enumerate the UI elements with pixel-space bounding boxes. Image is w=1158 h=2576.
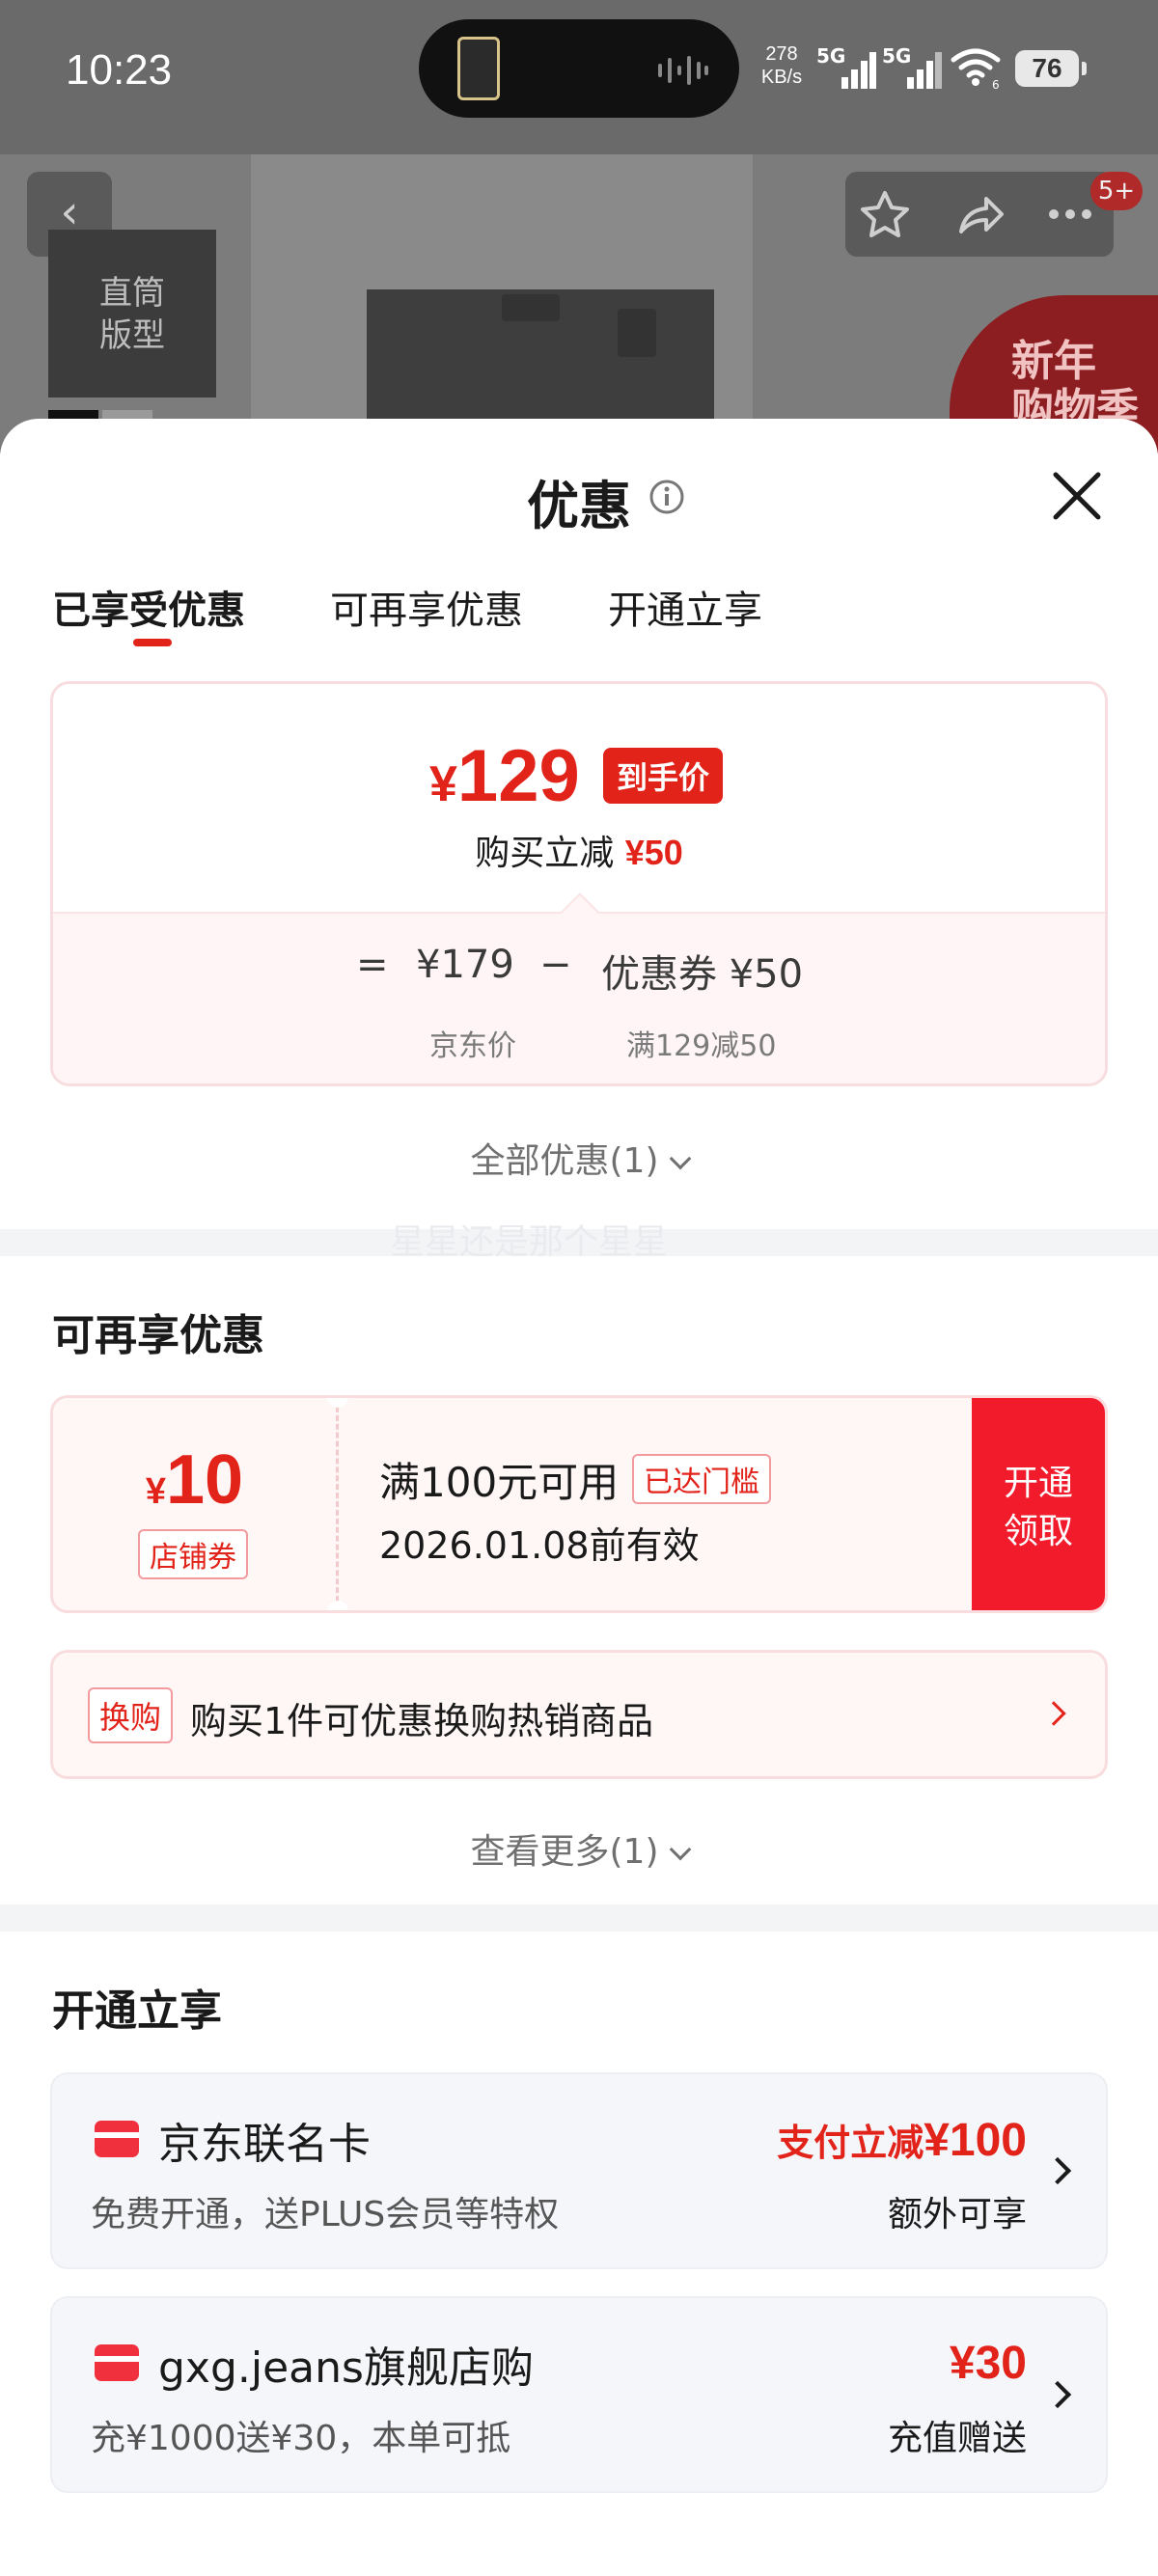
benefit-amount: 支付立减¥100 <box>777 2113 1027 2167</box>
net-speed-unit: KB/s <box>760 67 803 88</box>
product-image-belt-loop <box>502 294 560 321</box>
benefit-amount-value: ¥100 <box>924 2115 1027 2166</box>
coupon-value-area: ¥10 店铺券 <box>53 1398 339 1610</box>
benefit-note: 额外可享 <box>887 2195 1027 2234</box>
coupon-condition: 满100元可用 <box>379 1459 620 1506</box>
threshold-reached-tag: 已达门槛 <box>632 1454 771 1504</box>
coupon-deduction: 优惠券 ¥50 <box>601 952 804 997</box>
tab-open-benefits[interactable]: 开通立享 <box>608 579 762 635</box>
all-offers-link[interactable]: 全部优惠(1) <box>0 1133 1158 1183</box>
cell-signal-icon: 5G <box>816 44 880 91</box>
action-pill <box>845 172 1114 257</box>
offers-sheet: 优惠 已享受优惠 可再享优惠 开通立享 ¥129 到手价 购买立减 ¥50 = … <box>0 419 1158 2576</box>
reduce-amount: ¥50 <box>624 833 683 872</box>
chevron-right-icon <box>1041 1701 1066 1726</box>
final-price-badge: 到手价 <box>603 748 724 804</box>
status-bar: 10:23 278 KB/s 5G 5G 6 76 <box>0 0 1158 154</box>
net-speed: 278 KB/s <box>753 42 811 89</box>
coupon-rule-label: 满129减50 <box>626 1029 777 1063</box>
style-tag-label: 直筒 版型 <box>99 274 165 355</box>
benefit-item[interactable]: gxg.jeans旗舰店购 充¥1000送¥30，本单可抵 ¥30 充值赠送 <box>50 2296 1108 2493</box>
tab-more-offers[interactable]: 可再享优惠 <box>330 579 523 635</box>
active-tab-indicator <box>133 639 172 646</box>
swap-tag: 换购 <box>88 1687 174 1743</box>
all-offers-label: 全部优惠(1) <box>470 1141 659 1181</box>
benefit-amount: ¥30 <box>950 2337 1027 2390</box>
music-cover-icon <box>457 37 500 100</box>
chevron-right-icon <box>1043 2380 1072 2409</box>
currency-symbol: ¥ <box>145 1471 167 1512</box>
battery-icon: 76 <box>1015 50 1087 87</box>
view-more-link[interactable]: 查看更多(1) <box>0 1823 1158 1874</box>
share-icon[interactable] <box>951 187 1007 241</box>
currency-symbol: ¥ <box>429 756 457 812</box>
claim-coupon-button[interactable]: 开通 领取 <box>972 1398 1105 1610</box>
sheet-title: 优惠 <box>527 476 631 536</box>
star-favorite-icon[interactable] <box>857 187 913 241</box>
style-tag: 直筒 版型 <box>48 230 216 397</box>
tab-enjoyed-offers[interactable]: 已享受优惠 <box>52 579 245 635</box>
price-summary: ¥129 到手价 购买立减 ¥50 <box>53 684 1105 912</box>
benefit-item[interactable]: 京东联名卡 免费开通，送PLUS会员等特权 支付立减¥100 额外可享 <box>50 2072 1108 2269</box>
coupon-amount: ¥10 <box>53 1440 336 1520</box>
view-more-label: 查看更多(1) <box>470 1832 659 1872</box>
cell-signal-icon: 5G <box>882 44 946 91</box>
open-benefits-title: 开通立享 <box>52 1987 222 2036</box>
credit-card-icon <box>95 2344 139 2381</box>
coupon-type-tag: 店铺券 <box>138 1529 248 1579</box>
claim-coupon-label: 开通 领取 <box>1003 1464 1073 1551</box>
coupon-amount-value: 10 <box>166 1441 244 1519</box>
offer-tabs: 已享受优惠 可再享优惠 开通立享 <box>52 579 921 646</box>
net-speed-value: 278 <box>765 43 798 65</box>
more-icon[interactable] <box>1042 187 1098 241</box>
sheet-header: 优惠 <box>0 419 1158 563</box>
benefit-title: gxg.jeans旗舰店购 <box>158 2343 534 2393</box>
wifi-icon: 6 <box>951 48 1001 89</box>
swap-text: 购买1件可优惠换购热销商品 <box>190 1700 654 1742</box>
dynamic-island[interactable] <box>419 19 739 118</box>
benefit-subtitle: 免费开通，送PLUS会员等特权 <box>91 2195 560 2234</box>
credit-card-icon <box>95 2121 139 2157</box>
notification-badge: 5+ <box>1090 172 1143 210</box>
benefit-amount-prefix: 支付立减 <box>777 2122 924 2164</box>
coupon-expiry: 2026.01.08前有效 <box>379 1524 700 1567</box>
benefit-subtitle: 充¥1000送¥30，本单可抵 <box>91 2419 511 2458</box>
equals-sign: = <box>356 943 389 987</box>
more-offers-title: 可再享优惠 <box>52 1311 264 1360</box>
benefit-note: 充值赠送 <box>887 2419 1027 2458</box>
info-icon[interactable] <box>648 479 685 515</box>
status-indicators: 278 KB/s 5G 5G 6 76 <box>753 39 1119 96</box>
svg-text:6: 6 <box>992 78 1000 89</box>
calc-row: = ¥179 − 优惠券 ¥50 <box>53 943 1105 1000</box>
jd-price: ¥179 <box>416 943 514 987</box>
shop-coupon: ¥10 店铺券 满100元可用 已达门槛 2026.01.08前有效 开通 领取 <box>50 1395 1108 1613</box>
chevron-down-icon <box>669 1147 691 1170</box>
reduce-label: 购买立减 <box>475 834 615 873</box>
jd-price-label: 京东价 <box>429 1029 516 1063</box>
status-time: 10:23 <box>66 46 173 94</box>
product-backdrop: 10:23 278 KB/s 5G 5G 6 76 ‹ 直筒 版型 5+ 新年 … <box>0 0 1158 453</box>
price-breakdown-card: ¥129 到手价 购买立减 ¥50 = ¥179 − 优惠券 ¥50 京东价 满… <box>50 681 1108 1086</box>
chevron-right-icon <box>1043 2156 1072 2185</box>
final-price-value: 129 <box>456 735 580 817</box>
section-divider <box>0 1905 1158 1932</box>
reduce-line: 购买立减 ¥50 <box>53 825 1105 875</box>
benefit-amount-value: ¥30 <box>949 2338 1027 2389</box>
benefit-title: 京东联名卡 <box>158 2120 371 2169</box>
chevron-down-icon <box>669 1838 691 1861</box>
watermark: 星星还是那个星星 <box>390 1222 669 1262</box>
product-image-belt-loop <box>618 309 656 357</box>
minus-sign: − <box>539 943 572 987</box>
swap-offer-row[interactable]: 换购 购买1件可优惠换购热销商品 <box>50 1650 1108 1779</box>
coupon-notch <box>327 1601 348 1610</box>
close-icon[interactable] <box>1050 469 1104 523</box>
final-price: ¥129 <box>429 734 580 818</box>
audio-wave-icon <box>658 56 708 85</box>
